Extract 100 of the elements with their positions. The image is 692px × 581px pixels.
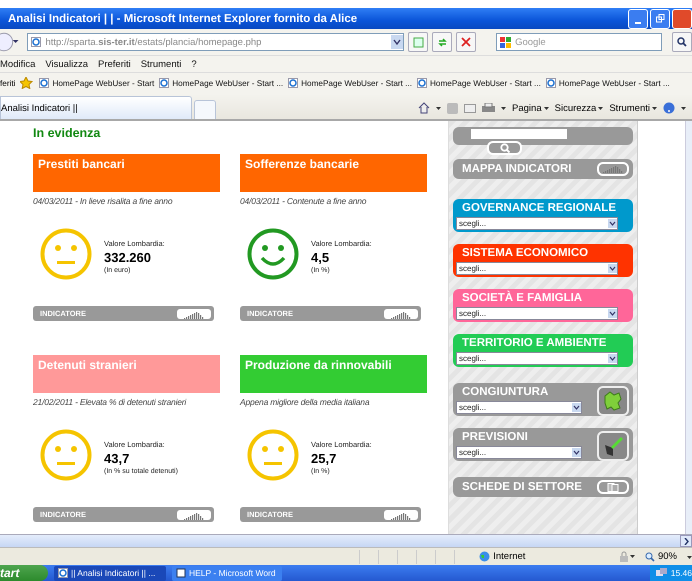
menu-item[interactable]: Visualizza: [45, 58, 88, 70]
new-tab-button[interactable]: [194, 100, 216, 119]
menu-item[interactable]: Modifica: [0, 58, 36, 70]
search-icon: [500, 143, 510, 153]
printer-icon[interactable]: [482, 102, 496, 114]
horizontal-scrollbar[interactable]: [0, 534, 692, 547]
tool-title: PREVISIONI: [462, 431, 529, 445]
menu-item[interactable]: Preferiti: [98, 58, 131, 70]
help-icon[interactable]: [663, 102, 675, 114]
stop-button[interactable]: [456, 32, 476, 52]
menu-item[interactable]: Strumenti: [140, 58, 182, 70]
browser-tab[interactable]: Analisi Indicatori ||: [0, 96, 192, 119]
taskbar-button[interactable]: || Analisi Indicatori || ...: [54, 566, 166, 580]
document-icon: [176, 568, 186, 578]
start-button[interactable]: tart: [0, 565, 48, 581]
lock-icon[interactable]: [618, 551, 630, 562]
card-header: Sofferenze bancarie: [240, 154, 427, 192]
favorite-link[interactable]: HomePage WebUser - Start: [39, 78, 154, 88]
pen-holder-icon: [602, 435, 624, 457]
card-note: 04/03/2011 - Contenute a fine anno: [240, 196, 368, 206]
category-title: SOCIETÀ E FAMIGLIA: [462, 292, 584, 306]
minimize-icon: [635, 22, 641, 24]
ie-icon: [546, 78, 556, 88]
star-icon[interactable]: [20, 77, 34, 89]
vertical-scrollbar[interactable]: [685, 121, 692, 534]
zoom-level[interactable]: 90%: [644, 551, 677, 562]
caret-icon: [652, 106, 657, 110]
command-menu[interactable]: Sicurezza: [554, 102, 604, 114]
bar-chart-icon: [390, 512, 412, 520]
category-select[interactable]: scegli...: [456, 217, 618, 230]
category-title: TERRITORIO E AMBIENTE: [462, 337, 608, 351]
refresh-icon: [436, 36, 448, 48]
caret-icon: [598, 106, 604, 110]
document-icon: [607, 482, 619, 492]
card-note: Appena migliore della media italiana: [240, 397, 370, 407]
url-text: http://sparta.sis-ter.it/estats/plancia/homepage.php: [45, 36, 262, 48]
minimize-button[interactable]: [628, 8, 648, 28]
favorite-link[interactable]: HomePage WebUser - Start ...: [159, 78, 284, 88]
command-menu[interactable]: Strumenti: [609, 102, 657, 114]
ie-icon: [288, 78, 298, 88]
category-select[interactable]: scegli...: [456, 307, 618, 320]
close-button[interactable]: [672, 8, 692, 28]
dropdown-arrow-icon: [572, 403, 581, 412]
value-text: 25,7: [311, 450, 338, 466]
search-input[interactable]: [471, 129, 567, 139]
scroll-right-button[interactable]: [680, 535, 692, 547]
page-icon: [412, 36, 424, 48]
card-header: Prestiti bancari: [33, 154, 220, 192]
tool-title: CONGIUNTURA: [462, 386, 550, 400]
clock-text: 15.46: [670, 568, 692, 578]
category-title: GOVERNANCE REGIONALE: [462, 202, 617, 216]
logo-icon: [500, 36, 512, 48]
bar-chart-icon: [602, 165, 624, 173]
caret-icon: [436, 106, 442, 110]
command-menu[interactable]: Pagina: [512, 102, 549, 114]
ie-icon: [417, 78, 427, 88]
card-header: Detenuti stranieri: [33, 355, 220, 393]
category-select[interactable]: scegli...: [456, 262, 618, 275]
window-title: Analisi Indicatori | | - Microsoft Internet Explorer fornito da Alice: [8, 12, 358, 24]
favorite-link[interactable]: HomePage WebUser - Start ...: [417, 78, 541, 88]
restore-button[interactable]: [650, 8, 670, 28]
ie-icon: [31, 37, 42, 47]
favorite-link[interactable]: HomePage WebUser - Start ...: [546, 78, 670, 88]
taskbar-button[interactable]: HELP - Microsoft Word: [172, 566, 282, 580]
favorites-label[interactable]: feriti: [0, 78, 16, 88]
ie-icon: [39, 78, 50, 88]
dropdown-arrow-icon: [608, 354, 617, 363]
category-select[interactable]: scegli...: [456, 352, 618, 365]
search-icon: [677, 37, 687, 47]
value-text: 332.260: [104, 250, 152, 264]
caret-icon: [630, 555, 635, 558]
dropdown-arrow-icon: [608, 219, 617, 228]
favorite-link[interactable]: HomePage WebUser - Start ...: [288, 78, 412, 88]
caret-icon: [501, 106, 506, 110]
smiley-face-icon: [247, 228, 299, 280]
dropdown-arrow-icon: [608, 309, 617, 318]
refresh-button[interactable]: [432, 32, 452, 52]
network-icon: [656, 568, 667, 578]
section-heading: In evidenza: [33, 126, 102, 142]
bar-chart-icon: [183, 310, 205, 318]
search-placeholder: Google: [515, 36, 546, 48]
caret-icon: [686, 556, 692, 559]
neutral-face-icon: [247, 428, 299, 480]
restore-icon: [656, 14, 664, 23]
ie-icon: [159, 78, 170, 88]
back-button-icon[interactable]: [0, 32, 22, 52]
menu-item[interactable]: ?: [191, 58, 197, 70]
caret-icon: [544, 106, 549, 110]
compatibility-button[interactable]: [408, 32, 428, 52]
tool-select[interactable]: scegli...: [456, 401, 582, 414]
home-icon[interactable]: [418, 102, 430, 114]
card-note: 04/03/2011 - In lieve risalita a fine anno: [33, 196, 174, 206]
zone-status: Internet: [473, 551, 619, 562]
chevron-right-icon: [684, 538, 688, 544]
close-icon: [461, 37, 472, 47]
address-field[interactable]: http://sparta.sis-ter.it/estats/plancia/homepage.php: [27, 33, 404, 51]
tool-select[interactable]: scegli...: [456, 446, 582, 459]
search-button[interactable]: [672, 32, 692, 52]
dropdown-arrow-icon: [572, 448, 581, 457]
globe-icon: [479, 551, 490, 562]
